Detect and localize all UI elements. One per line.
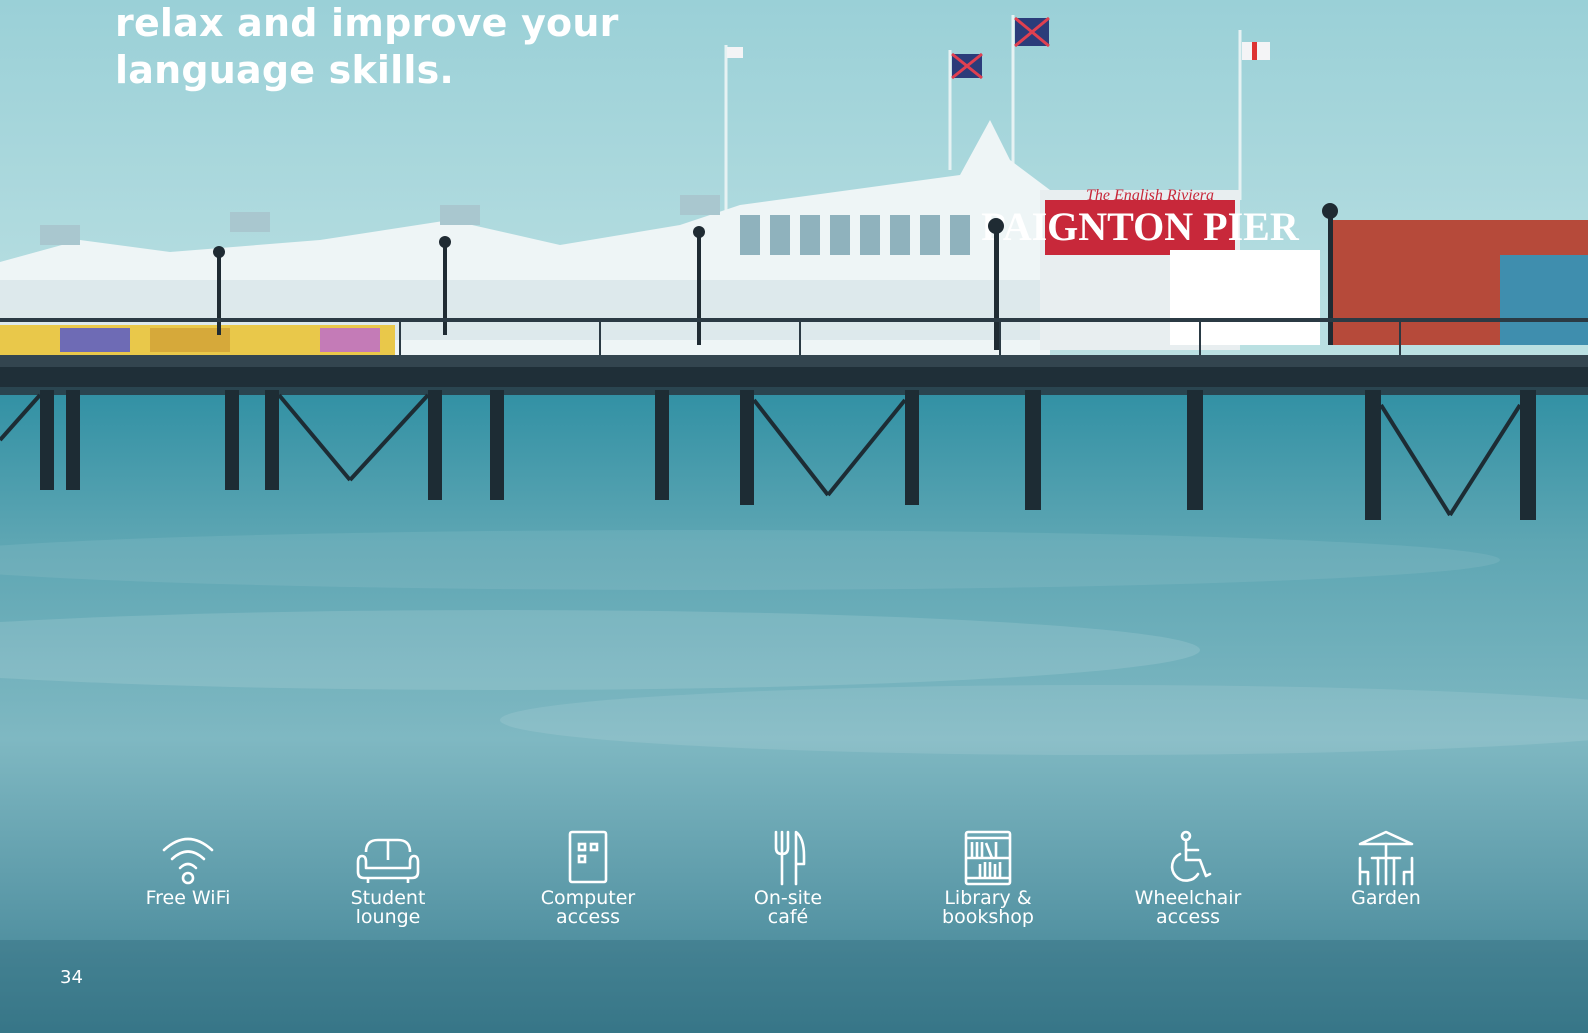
amenity-library-bookshop: Library & bookshop: [913, 830, 1063, 927]
amenity-wheelchair-access: Wheelchair access: [1113, 830, 1263, 927]
headline: relax and improve your language skills.: [115, 0, 619, 94]
amenity-computer-access: Computer access: [513, 830, 663, 927]
headline-line-1: relax and improve your: [115, 1, 619, 45]
sofa-icon: [356, 838, 420, 883]
amenity-on-site-cafe: On-site café: [713, 830, 863, 927]
wheelchair-icon: [1170, 830, 1212, 882]
amenity-label: Wheelchair access: [1134, 887, 1242, 928]
amenities-row: Free WiFi Student lounge Computer access: [128, 830, 1448, 950]
garden-table-icon: [1358, 830, 1414, 886]
amenity-label: On-site café: [753, 887, 823, 928]
amenity-label: Free WiFi: [145, 887, 231, 909]
page-number: 34: [60, 967, 83, 988]
amenity-wifi: Free WiFi: [113, 830, 263, 908]
amenity-label: Library & bookshop: [942, 887, 1034, 928]
amenity-garden: Garden: [1311, 830, 1461, 908]
headline-line-2: language skills.: [115, 48, 455, 92]
amenity-student-lounge: Student lounge: [313, 830, 463, 927]
amenity-label: Garden: [1351, 887, 1421, 909]
wifi-icon: [162, 837, 214, 885]
pier-sign-script: The English Riviera: [1086, 187, 1214, 204]
fork-knife-icon: [774, 830, 806, 886]
amenity-label: Student lounge: [350, 887, 426, 928]
computer-icon: [568, 830, 608, 884]
pier-sign-text: PAIGNTON PIER: [981, 204, 1300, 249]
amenity-label: Computer access: [540, 887, 636, 928]
bookshelf-icon: [964, 830, 1012, 886]
